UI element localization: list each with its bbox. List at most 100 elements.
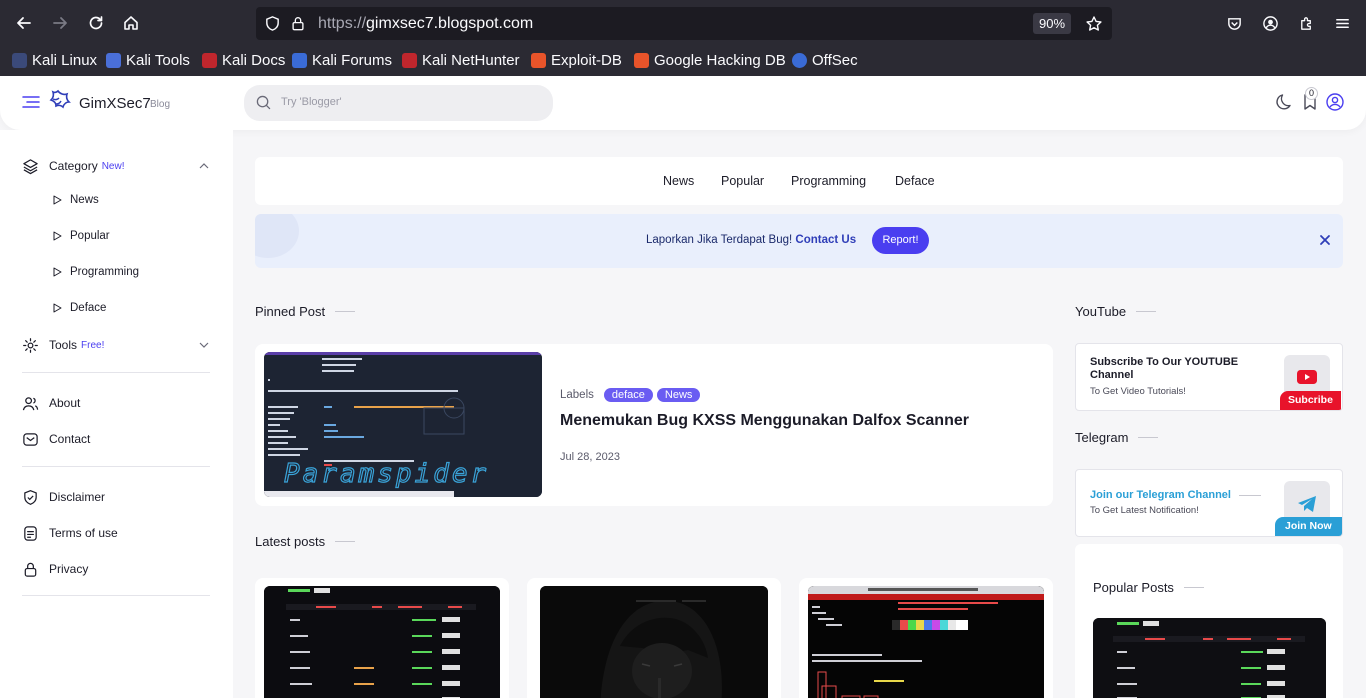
gear-icon (23, 337, 38, 353)
decorative-circle (255, 214, 299, 258)
post-thumbnail[interactable] (264, 586, 500, 698)
label-pill-news[interactable]: News (656, 388, 701, 402)
menu-toggle-icon[interactable] (22, 94, 40, 110)
popular-posts-widget: Popular Posts (1075, 544, 1343, 698)
join-now-button[interactable]: Join Now (1275, 517, 1342, 536)
hamburger-menu-icon[interactable] (1334, 15, 1351, 32)
bookmark-kali-forums[interactable]: Kali Forums (292, 50, 392, 70)
report-button[interactable]: Report! (872, 227, 929, 254)
play-outline-icon (53, 267, 62, 277)
reload-button[interactable] (81, 8, 111, 38)
sidebar-item-terms[interactable]: Terms of use (22, 523, 118, 543)
bookmark-kali-nethunter[interactable]: Kali NetHunter (402, 50, 520, 70)
sidebar-item-tools[interactable]: Tools Free! (22, 335, 104, 355)
sidebar-item-disclaimer[interactable]: Disclaimer (22, 487, 105, 507)
bookmark-label: Google Hacking DB (654, 51, 786, 69)
heading-line (1136, 311, 1157, 312)
address-bar[interactable]: https://gimxsec7.blogspot.com 90% (256, 7, 1112, 40)
latest-posts-heading: Latest posts (255, 534, 356, 549)
youtube-widget[interactable]: Subscribe To Our YOUTUBE Channel To Get … (1075, 343, 1343, 411)
telegram-widget[interactable]: Join our Telegram Channel To Get Latest … (1075, 469, 1343, 537)
bookmark-label: Kali Docs (222, 51, 286, 69)
popular-post-thumbnail[interactable] (1093, 618, 1326, 698)
user-profile-icon[interactable] (1325, 92, 1345, 112)
url-host: gimxsec7.blogspot.com (366, 15, 534, 32)
pinned-post-title[interactable]: Menemukan Bug KXSS Menggunakan Dalfox Sc… (560, 412, 969, 430)
kali-tools-favicon-icon (106, 52, 121, 68)
post-thumbnail[interactable] (808, 586, 1044, 698)
search-input[interactable]: Try 'Blogger' (244, 85, 553, 121)
lock-icon[interactable] (290, 15, 306, 32)
sidebar-subitem-popular[interactable]: Popular (53, 227, 110, 245)
nav-link-programming[interactable]: Programming (791, 174, 866, 188)
pinned-post-heading: Pinned Post (255, 304, 356, 319)
sidebar-subitem-deface[interactable]: Deface (53, 299, 106, 317)
terminal-screenshot-image: Paramspider (264, 352, 542, 497)
bookmark-google-hacking-db[interactable]: Google Hacking DB (634, 50, 786, 70)
sidebar-item-contact[interactable]: Contact (22, 429, 90, 449)
search-icon (256, 95, 271, 110)
chevron-down-icon[interactable] (198, 339, 210, 351)
moon-icon[interactable] (1275, 92, 1295, 112)
page-viewport: GimXSec7 Blog Try 'Blogger' 0 Category N… (0, 76, 1366, 698)
subscribe-button[interactable]: Subcribe (1280, 391, 1341, 410)
back-button[interactable] (9, 8, 39, 38)
sidebar-item-label: Tools (49, 338, 78, 352)
url-text[interactable]: https://gimxsec7.blogspot.com (318, 15, 533, 33)
sidebar-item-privacy[interactable]: Privacy (22, 559, 88, 579)
bookmark-exploit-db[interactable]: Exploit-DB (531, 50, 622, 70)
bookmark-offsec[interactable]: OffSec (792, 50, 858, 70)
zoom-level[interactable]: 90% (1033, 13, 1071, 34)
search-placeholder: Try 'Blogger' (281, 96, 342, 108)
sidebar-subitem-news[interactable]: News (53, 191, 99, 209)
bookmark-kali-linux[interactable]: Kali Linux (12, 50, 97, 70)
pinned-post-card[interactable]: Paramspider Labels deface News Menemukan… (255, 344, 1053, 506)
exploit-db-favicon-icon (531, 52, 546, 68)
section-title: Latest posts (255, 534, 326, 549)
forward-button[interactable] (45, 8, 75, 38)
extensions-icon[interactable] (1298, 15, 1315, 32)
nav-link-popular[interactable]: Popular (721, 174, 764, 188)
contact-us-link[interactable]: Contact Us (795, 234, 856, 246)
pinned-post-thumbnail[interactable]: Paramspider (264, 352, 542, 497)
latest-post-card[interactable] (799, 578, 1053, 698)
home-button[interactable] (116, 8, 146, 38)
nav-link-news[interactable]: News (663, 174, 694, 188)
new-tag: New! (101, 160, 125, 172)
post-thumbnail[interactable] (540, 586, 768, 698)
anime-character-image (540, 586, 768, 698)
shield-icon[interactable] (264, 15, 281, 32)
star-icon[interactable] (1085, 15, 1103, 33)
sidebar-item-label: Privacy (49, 562, 89, 576)
sidebar-item-about[interactable]: About (22, 393, 80, 413)
sidebar-item-label: Terms of use (49, 526, 118, 540)
telegram-widget-title-text: Join our Telegram Channel (1090, 489, 1231, 501)
razer-logo-icon[interactable] (44, 88, 72, 116)
sidebar-subitem-programming[interactable]: Programming (53, 263, 139, 281)
arrow-left-icon (17, 17, 31, 29)
latest-post-card[interactable] (527, 578, 781, 698)
site-brand[interactable]: GimXSec7 (79, 95, 151, 112)
sidebar-item-category[interactable]: Category New! (22, 156, 125, 176)
youtube-heading: YouTube (1075, 304, 1157, 319)
heading-line (1239, 494, 1261, 496)
kali-nethunter-favicon-icon (402, 52, 417, 68)
latest-post-card[interactable] (255, 578, 509, 698)
users-icon (22, 396, 39, 410)
bookmark-kali-tools[interactable]: Kali Tools (106, 50, 190, 70)
label-pill-deface[interactable]: deface (603, 388, 653, 402)
nav-link-deface[interactable]: Deface (895, 174, 935, 188)
bookmark-kali-docs[interactable]: Kali Docs (202, 50, 285, 70)
file-manager-screenshot-image (1093, 618, 1326, 698)
account-icon[interactable] (1262, 15, 1279, 32)
pocket-icon[interactable] (1226, 15, 1243, 32)
bug-report-notice: Laporkan Jika Terdapat Bug! Contact Us R… (255, 214, 1343, 268)
kali-forums-favicon-icon (292, 52, 307, 68)
bookmark-label: Kali Linux (32, 51, 98, 69)
close-icon[interactable] (1318, 233, 1332, 247)
telegram-widget-subtitle: To Get Latest Notification! (1090, 505, 1199, 516)
chevron-up-icon[interactable] (198, 160, 210, 172)
heading-line (335, 541, 356, 542)
sidebar-divider (22, 466, 210, 467)
sqlmap-terminal-image (808, 586, 1044, 698)
